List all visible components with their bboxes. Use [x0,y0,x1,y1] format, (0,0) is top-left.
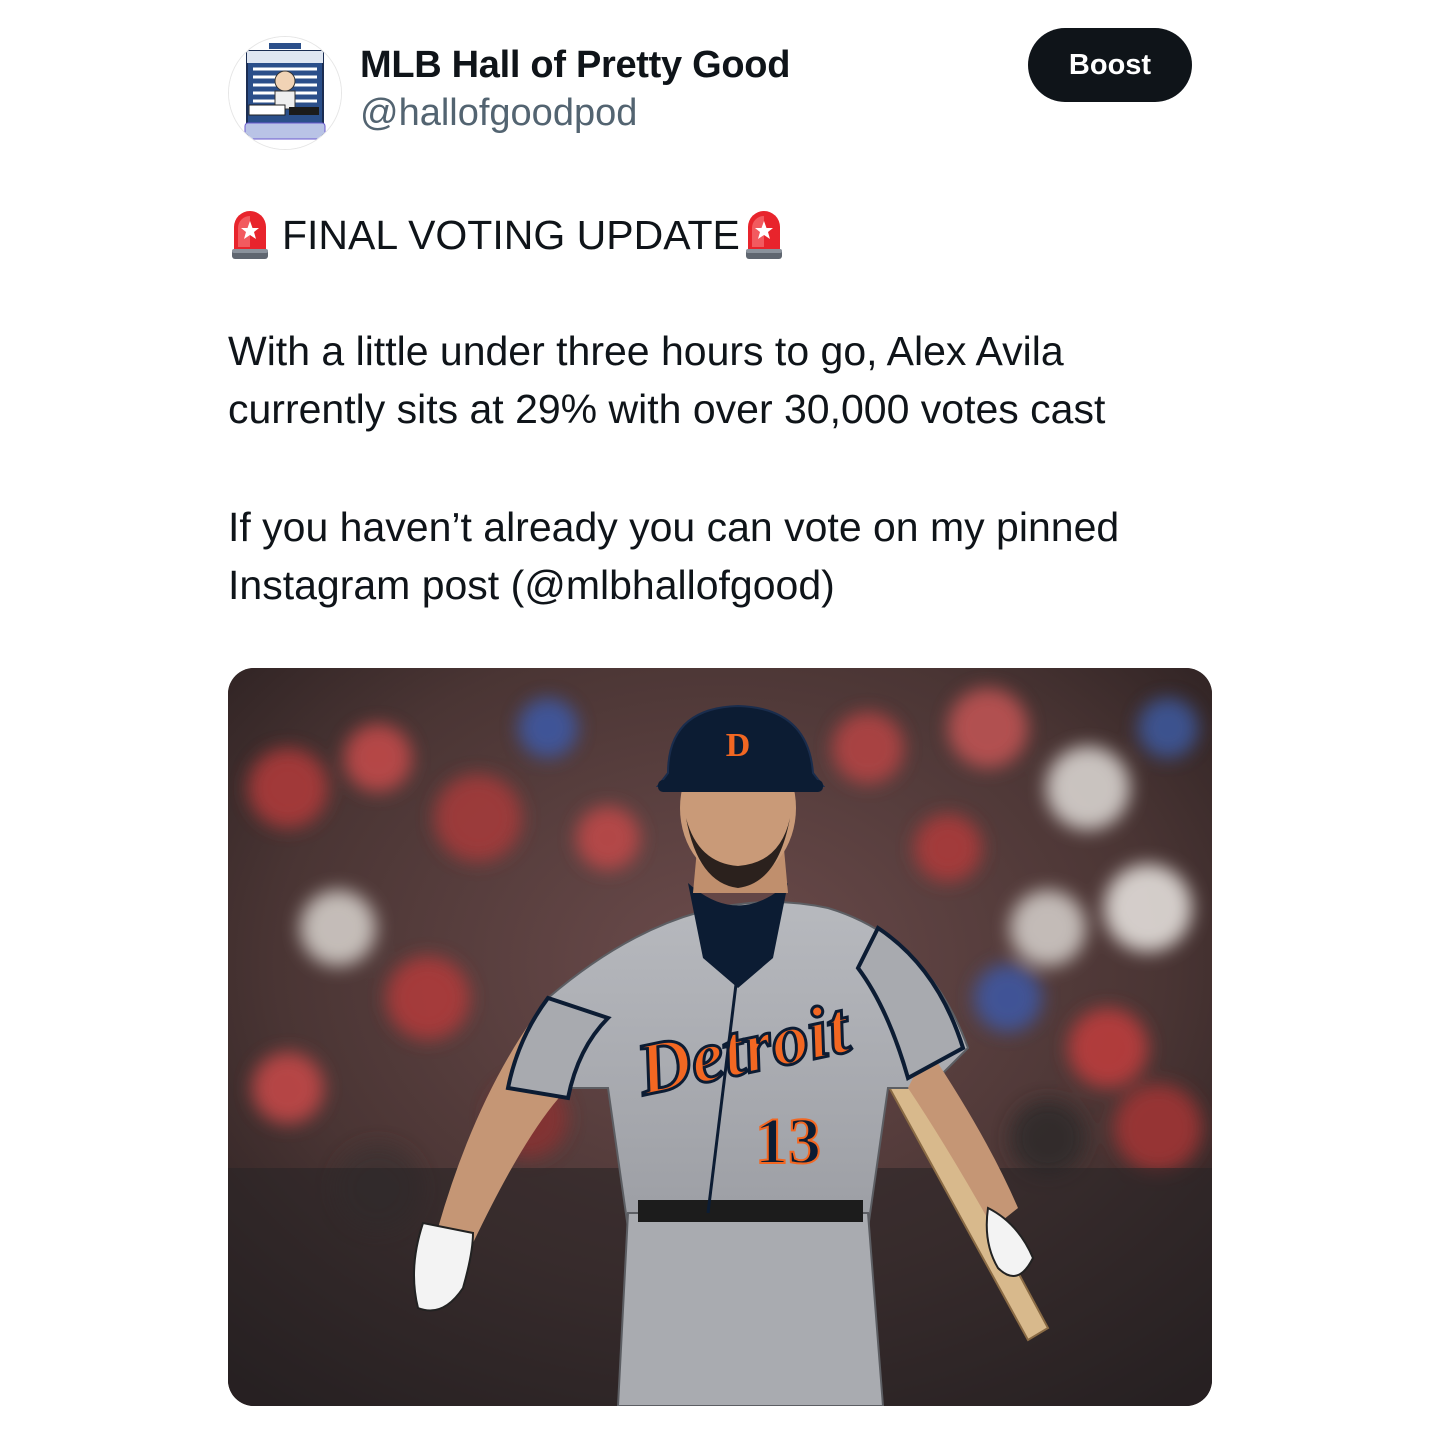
post-paragraph-2[interactable]: If you haven’t already you can vote on m… [228,498,1212,614]
post-headline-row: FINAL VOTING UPDATE [228,206,1212,264]
author-handle[interactable]: @hallofgoodpod [360,90,790,136]
boost-button[interactable]: Boost [1028,28,1192,102]
post-paragraph-1: With a little under three hours to go, A… [228,328,1106,432]
jersey-number: 13 [755,1105,821,1178]
svg-text:D: D [726,727,751,764]
baseball-player-photo: D Detroit 13 [228,668,1212,1406]
author-avatar[interactable] [228,36,342,150]
post-headline: FINAL VOTING UPDATE [282,212,740,258]
author-info[interactable]: MLB Hall of Pretty Good @hallofgoodpod [360,42,790,136]
siren-icon [228,209,272,261]
podcast-logo-icon [229,37,341,149]
post-body: FINAL VOTING UPDATE With a little under … [228,206,1212,608]
author-display-name[interactable]: MLB Hall of Pretty Good [360,42,790,88]
post-media-photo[interactable]: D Detroit 13 [228,668,1212,1406]
siren-icon [742,209,786,261]
